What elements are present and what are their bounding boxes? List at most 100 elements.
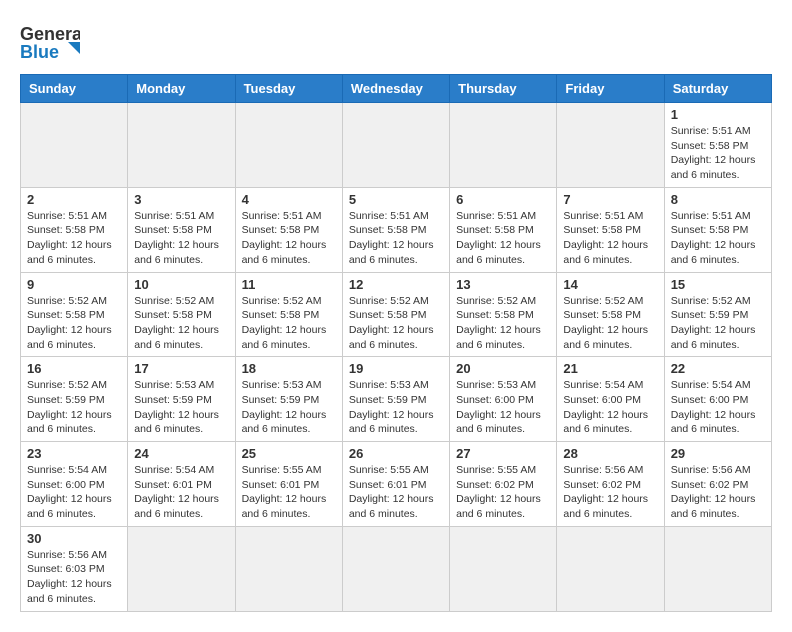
- calendar-cell: [128, 103, 235, 188]
- calendar-week-4: 23Sunrise: 5:54 AMSunset: 6:00 PMDayligh…: [21, 442, 772, 527]
- weekday-header-sunday: Sunday: [21, 75, 128, 103]
- weekday-header-thursday: Thursday: [450, 75, 557, 103]
- day-info: Sunrise: 5:54 AMSunset: 6:00 PMDaylight:…: [671, 378, 765, 437]
- day-number: 19: [349, 361, 443, 376]
- day-info: Sunrise: 5:51 AMSunset: 5:58 PMDaylight:…: [242, 209, 336, 268]
- page-header: General Blue: [20, 20, 772, 64]
- day-number: 5: [349, 192, 443, 207]
- day-info: Sunrise: 5:51 AMSunset: 5:58 PMDaylight:…: [27, 209, 121, 268]
- day-info: Sunrise: 5:53 AMSunset: 5:59 PMDaylight:…: [349, 378, 443, 437]
- day-number: 8: [671, 192, 765, 207]
- weekday-header-wednesday: Wednesday: [342, 75, 449, 103]
- calendar-cell: 13 Sunrise: 5:52 AMSunset: 5:58 PMDayligh…: [450, 272, 557, 357]
- day-number: 26: [349, 446, 443, 461]
- calendar-cell: 22 Sunrise: 5:54 AMSunset: 6:00 PMDayligh…: [664, 357, 771, 442]
- day-info: Sunrise: 5:56 AMSunset: 6:02 PMDaylight:…: [671, 463, 765, 522]
- day-number: 13: [456, 277, 550, 292]
- calendar-cell: 26 Sunrise: 5:55 AMSunset: 6:01 PMDayligh…: [342, 442, 449, 527]
- calendar-week-5: 30Sunrise: 5:56 AMSunset: 6:03 PMDayligh…: [21, 526, 772, 611]
- calendar-cell: 20 Sunrise: 5:53 AMSunset: 6:00 PMDayligh…: [450, 357, 557, 442]
- day-info: Sunrise: 5:53 AMSunset: 5:59 PMDaylight:…: [242, 378, 336, 437]
- day-info: Sunrise: 5:53 AMSunset: 6:00 PMDaylight:…: [456, 378, 550, 437]
- day-number: 7: [563, 192, 657, 207]
- svg-text:General: General: [20, 24, 80, 44]
- calendar-week-2: 9 Sunrise: 5:52 AMSunset: 5:58 PMDaylight…: [21, 272, 772, 357]
- calendar-week-3: 16Sunrise: 5:52 AMSunset: 5:59 PMDayligh…: [21, 357, 772, 442]
- day-info: Sunrise: 5:52 AMSunset: 5:58 PMDaylight:…: [456, 294, 550, 353]
- calendar-cell: 25 Sunrise: 5:55 AMSunset: 6:01 PMDayligh…: [235, 442, 342, 527]
- calendar-body: 1 Sunrise: 5:51 AMSunset: 5:58 PMDaylight…: [21, 103, 772, 612]
- calendar-cell: 17Sunrise: 5:53 AMSunset: 5:59 PMDayligh…: [128, 357, 235, 442]
- calendar-cell: 6 Sunrise: 5:51 AMSunset: 5:58 PMDaylight…: [450, 187, 557, 272]
- calendar-cell: 2 Sunrise: 5:51 AMSunset: 5:58 PMDaylight…: [21, 187, 128, 272]
- calendar-week-0: 1 Sunrise: 5:51 AMSunset: 5:58 PMDaylight…: [21, 103, 772, 188]
- calendar-cell: [235, 526, 342, 611]
- day-number: 14: [563, 277, 657, 292]
- calendar-cell: 18Sunrise: 5:53 AMSunset: 5:59 PMDayligh…: [235, 357, 342, 442]
- day-number: 6: [456, 192, 550, 207]
- calendar-cell: [235, 103, 342, 188]
- calendar-cell: 1 Sunrise: 5:51 AMSunset: 5:58 PMDaylight…: [664, 103, 771, 188]
- day-number: 3: [134, 192, 228, 207]
- weekday-header-saturday: Saturday: [664, 75, 771, 103]
- weekday-header-friday: Friday: [557, 75, 664, 103]
- calendar-cell: 23Sunrise: 5:54 AMSunset: 6:00 PMDayligh…: [21, 442, 128, 527]
- day-number: 25: [242, 446, 336, 461]
- calendar-cell: [342, 526, 449, 611]
- calendar-table: SundayMondayTuesdayWednesdayThursdayFrid…: [20, 74, 772, 612]
- day-info: Sunrise: 5:54 AMSunset: 6:00 PMDaylight:…: [563, 378, 657, 437]
- day-info: Sunrise: 5:52 AMSunset: 5:59 PMDaylight:…: [671, 294, 765, 353]
- day-number: 16: [27, 361, 121, 376]
- day-number: 11: [242, 277, 336, 292]
- calendar-cell: 12Sunrise: 5:52 AMSunset: 5:58 PMDayligh…: [342, 272, 449, 357]
- day-number: 30: [27, 531, 121, 546]
- logo-icon: General Blue: [20, 20, 80, 64]
- calendar-cell: 14Sunrise: 5:52 AMSunset: 5:58 PMDayligh…: [557, 272, 664, 357]
- calendar-cell: 16Sunrise: 5:52 AMSunset: 5:59 PMDayligh…: [21, 357, 128, 442]
- day-number: 23: [27, 446, 121, 461]
- calendar-cell: 9Sunrise: 5:52 AMSunset: 5:58 PMDaylight…: [21, 272, 128, 357]
- calendar-cell: 7 Sunrise: 5:51 AMSunset: 5:58 PMDaylight…: [557, 187, 664, 272]
- calendar-cell: 8Sunrise: 5:51 AMSunset: 5:58 PMDaylight…: [664, 187, 771, 272]
- day-number: 20: [456, 361, 550, 376]
- calendar-cell: 27Sunrise: 5:55 AMSunset: 6:02 PMDayligh…: [450, 442, 557, 527]
- day-number: 21: [563, 361, 657, 376]
- day-info: Sunrise: 5:55 AMSunset: 6:01 PMDaylight:…: [349, 463, 443, 522]
- calendar-cell: [342, 103, 449, 188]
- day-number: 24: [134, 446, 228, 461]
- calendar-cell: 24 Sunrise: 5:54 AMSunset: 6:01 PMDayligh…: [128, 442, 235, 527]
- day-number: 1: [671, 107, 765, 122]
- calendar-cell: 21 Sunrise: 5:54 AMSunset: 6:00 PMDayligh…: [557, 357, 664, 442]
- day-info: Sunrise: 5:51 AMSunset: 5:58 PMDaylight:…: [671, 124, 765, 183]
- calendar-cell: 30Sunrise: 5:56 AMSunset: 6:03 PMDayligh…: [21, 526, 128, 611]
- weekday-row: SundayMondayTuesdayWednesdayThursdayFrid…: [21, 75, 772, 103]
- calendar-cell: [21, 103, 128, 188]
- svg-text:Blue: Blue: [20, 42, 59, 62]
- calendar-cell: [450, 103, 557, 188]
- calendar-cell: [557, 526, 664, 611]
- calendar-cell: [450, 526, 557, 611]
- day-number: 9: [27, 277, 121, 292]
- weekday-header-monday: Monday: [128, 75, 235, 103]
- calendar-cell: [664, 526, 771, 611]
- day-info: Sunrise: 5:53 AMSunset: 5:59 PMDaylight:…: [134, 378, 228, 437]
- day-info: Sunrise: 5:52 AMSunset: 5:58 PMDaylight:…: [349, 294, 443, 353]
- day-number: 27: [456, 446, 550, 461]
- day-info: Sunrise: 5:52 AMSunset: 5:58 PMDaylight:…: [242, 294, 336, 353]
- day-number: 15: [671, 277, 765, 292]
- calendar-cell: [128, 526, 235, 611]
- day-info: Sunrise: 5:51 AMSunset: 5:58 PMDaylight:…: [456, 209, 550, 268]
- day-info: Sunrise: 5:51 AMSunset: 5:58 PMDaylight:…: [563, 209, 657, 268]
- day-info: Sunrise: 5:55 AMSunset: 6:01 PMDaylight:…: [242, 463, 336, 522]
- day-number: 28: [563, 446, 657, 461]
- day-number: 4: [242, 192, 336, 207]
- logo: General Blue: [20, 20, 80, 64]
- calendar-cell: 29 Sunrise: 5:56 AMSunset: 6:02 PMDayligh…: [664, 442, 771, 527]
- calendar-cell: [557, 103, 664, 188]
- day-number: 2: [27, 192, 121, 207]
- day-info: Sunrise: 5:54 AMSunset: 6:01 PMDaylight:…: [134, 463, 228, 522]
- calendar-cell: 28Sunrise: 5:56 AMSunset: 6:02 PMDayligh…: [557, 442, 664, 527]
- day-info: Sunrise: 5:52 AMSunset: 5:58 PMDaylight:…: [134, 294, 228, 353]
- day-number: 22: [671, 361, 765, 376]
- day-number: 29: [671, 446, 765, 461]
